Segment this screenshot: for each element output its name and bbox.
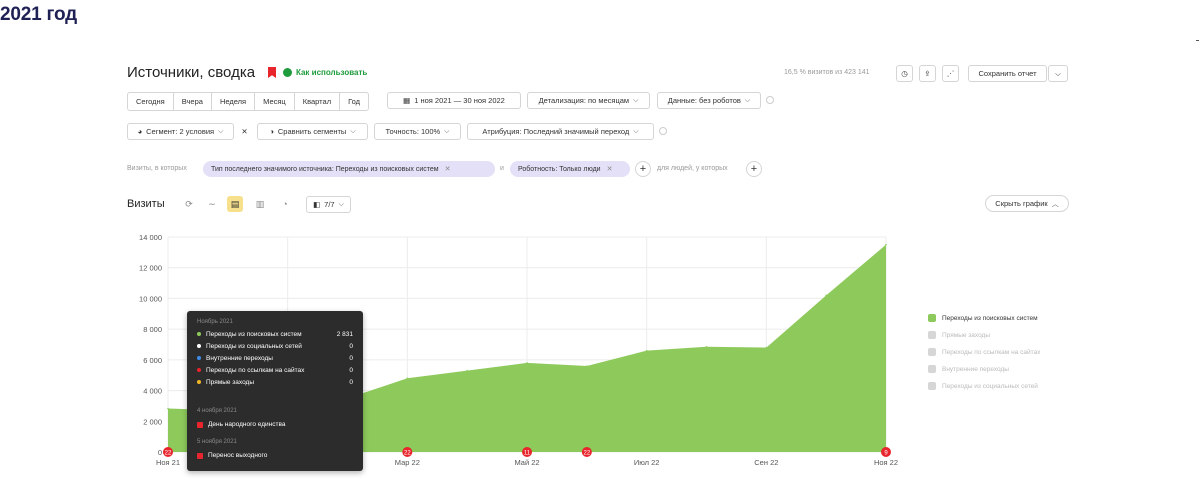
y-tick-label: 12 000 bbox=[139, 264, 162, 273]
y-tick-label: 4 000 bbox=[143, 387, 162, 396]
event-marker-label: 22 bbox=[583, 451, 590, 457]
y-tick-label: 10 000 bbox=[139, 294, 162, 303]
event-marker-label: 22 bbox=[165, 451, 172, 457]
data-point[interactable] bbox=[705, 346, 708, 348]
y-tick-label: 8 000 bbox=[143, 325, 162, 334]
tooltip-row-label: Прямые заходы bbox=[197, 379, 254, 386]
tooltip-holiday: День народного единства bbox=[197, 421, 285, 428]
data-point[interactable] bbox=[586, 365, 588, 367]
data-point[interactable] bbox=[406, 377, 409, 380]
tooltip-row-label: Переходы из социальных сетей bbox=[197, 343, 302, 350]
legend-label: Прямые заходы bbox=[942, 331, 991, 339]
chart-tooltip: Ноябрь 2021 Переходы из поисковых систем… bbox=[187, 311, 363, 471]
legend-label: Переходы из социальных сетей bbox=[942, 382, 1038, 390]
legend-item[interactable]: Переходы из поисковых систем bbox=[928, 314, 1038, 322]
series-dot bbox=[197, 380, 201, 384]
legend-item[interactable]: Внутренние переходы bbox=[928, 365, 1009, 373]
legend-label: Внутренние переходы bbox=[942, 365, 1009, 373]
tooltip-series-name: Прямые заходы bbox=[206, 378, 255, 386]
holiday-icon bbox=[197, 452, 203, 459]
y-tick-label: 2 000 bbox=[143, 417, 162, 426]
tooltip-row-label: Внутренние переходы bbox=[197, 355, 273, 362]
tooltip-row-label: Переходы по ссылкам на сайтах bbox=[197, 367, 304, 374]
tooltip-row: Переходы по ссылкам на сайтах 0 bbox=[197, 365, 353, 375]
tooltip-holiday: Перенос выходного bbox=[197, 452, 267, 459]
x-tick-label: Мар 22 bbox=[395, 458, 420, 467]
data-point[interactable] bbox=[526, 362, 528, 364]
legend-item[interactable]: Переходы из социальных сетей bbox=[928, 382, 1038, 390]
tooltip-series-value: 0 bbox=[349, 378, 353, 386]
tooltip-series-name: Переходы из социальных сетей bbox=[206, 342, 302, 350]
tooltip-series-value: 2 831 bbox=[336, 330, 353, 338]
tooltip-series-value: 0 bbox=[349, 354, 353, 362]
y-tick-label: 14 000 bbox=[139, 233, 162, 242]
tooltip-series-name: Переходы по ссылкам на сайтах bbox=[206, 366, 305, 374]
series-dot bbox=[197, 332, 201, 336]
tooltip-row: Переходы из поисковых систем 2 831 bbox=[197, 329, 353, 339]
legend-item[interactable]: Прямые заходы bbox=[928, 331, 990, 339]
event-marker-label: 11 bbox=[524, 451, 531, 457]
tooltip-holiday-name: Перенос выходного bbox=[208, 452, 268, 459]
tooltip-holiday-date: 5 ноября 2021 bbox=[197, 439, 237, 445]
tooltip-holiday-name: День народного единства bbox=[208, 421, 286, 428]
x-tick-label: Май 22 bbox=[514, 458, 539, 467]
legend-label: Переходы по ссылкам на сайтах bbox=[942, 348, 1041, 356]
data-point[interactable] bbox=[167, 407, 169, 410]
series-dot bbox=[197, 368, 201, 372]
y-tick-label: 0 bbox=[158, 448, 162, 457]
checkbox-icon bbox=[928, 331, 936, 339]
x-tick-label: Июл 22 bbox=[634, 458, 660, 467]
series-dot bbox=[197, 344, 201, 348]
legend-item[interactable]: Переходы по ссылкам на сайтах bbox=[928, 348, 1040, 356]
tooltip-series-value: 0 bbox=[349, 342, 353, 350]
data-point[interactable] bbox=[825, 294, 827, 297]
checkbox-icon bbox=[928, 314, 936, 322]
y-tick-label: 6 000 bbox=[143, 356, 162, 365]
tooltip-header: Ноябрь 2021 bbox=[197, 319, 233, 325]
checkbox-icon bbox=[928, 382, 936, 390]
tooltip-series-name: Переходы из поисковых систем bbox=[206, 330, 302, 338]
data-point[interactable] bbox=[885, 243, 887, 246]
checkbox-icon bbox=[928, 365, 936, 373]
tooltip-holiday-date: 4 ноября 2021 bbox=[197, 408, 237, 414]
legend-label: Переходы из поисковых систем bbox=[942, 314, 1038, 322]
tooltip-row: Внутренние переходы 0 bbox=[197, 353, 353, 363]
visits-chart[interactable]: 02 0004 0006 0008 00010 00012 00014 000 … bbox=[0, 0, 1200, 498]
checkbox-icon bbox=[928, 348, 936, 356]
x-tick-label: Ноя 21 bbox=[156, 458, 180, 467]
tooltip-row-label: Переходы из поисковых систем bbox=[197, 331, 302, 338]
tooltip-row: Прямые заходы 0 bbox=[197, 377, 353, 387]
x-tick-label: Ноя 22 bbox=[874, 458, 898, 467]
tooltip-series-value: 0 bbox=[349, 366, 353, 374]
event-marker-label: 22 bbox=[404, 451, 411, 457]
holiday-icon bbox=[197, 421, 203, 428]
data-point[interactable] bbox=[466, 369, 468, 372]
series-dot bbox=[197, 356, 201, 360]
data-point[interactable] bbox=[765, 346, 768, 349]
data-point[interactable] bbox=[645, 349, 648, 352]
tooltip-row: Переходы из социальных сетей 0 bbox=[197, 341, 353, 351]
x-tick-label: Сен 22 bbox=[754, 458, 778, 467]
tooltip-series-name: Внутренние переходы bbox=[206, 354, 273, 362]
